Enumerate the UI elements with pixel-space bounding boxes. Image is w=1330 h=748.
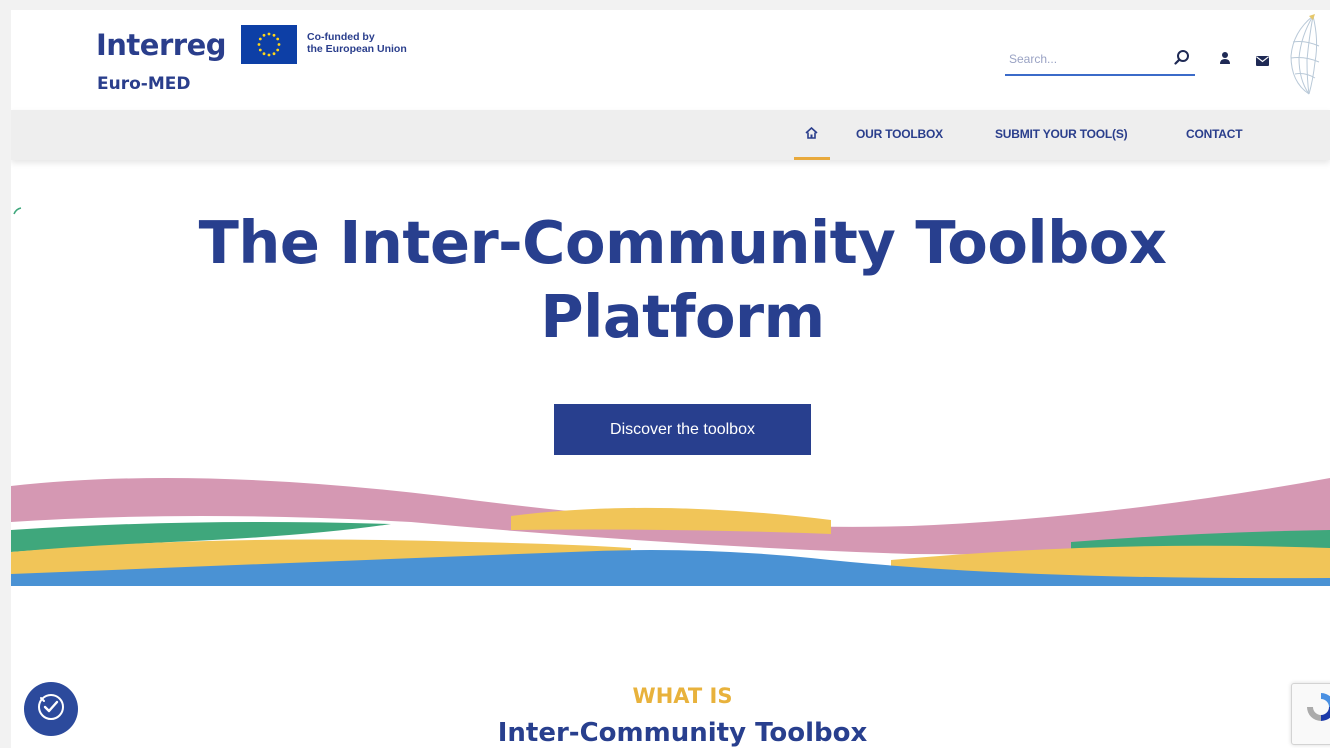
recaptcha-badge[interactable]	[1291, 683, 1330, 745]
home-icon	[805, 126, 818, 144]
recaptcha-icon	[1304, 690, 1330, 729]
eu-line-2: the European Union	[307, 43, 407, 55]
search-box	[1005, 48, 1195, 76]
eu-flag-icon	[241, 25, 297, 64]
page: Interreg Euro-MED Co-funded by the Europ…	[11, 10, 1330, 748]
mail-icon[interactable]	[1256, 53, 1269, 71]
search-input[interactable]	[1005, 48, 1159, 70]
discover-toolbox-button[interactable]: Discover the toolbox	[554, 404, 811, 455]
section-title: Inter-Community Toolbox	[497, 718, 868, 748]
cookie-settings-button[interactable]	[24, 682, 78, 736]
cookie-settings-icon	[35, 691, 67, 728]
eu-cofunding-text: Co-funded by the European Union	[307, 31, 447, 55]
search-icon[interactable]	[1174, 49, 1190, 70]
hero-title: The Inter-Community Toolbox Platform	[11, 206, 1330, 354]
site-header: Interreg Euro-MED Co-funded by the Europ…	[11, 10, 1330, 110]
main-nav: OUR TOOLBOX SUBMIT YOUR TOOL(S) CONTACT	[11, 110, 1330, 160]
hero-title-line-2: Platform	[540, 282, 825, 351]
decorative-waves	[11, 478, 1330, 586]
eu-line-1: Co-funded by	[307, 31, 375, 43]
logo-subtitle: Euro-MED	[97, 74, 191, 94]
nav-contact[interactable]: CONTACT	[1186, 127, 1243, 141]
nav-our-toolbox[interactable]: OUR TOOLBOX	[856, 127, 943, 141]
user-icon[interactable]	[1219, 51, 1231, 70]
active-nav-indicator	[794, 157, 830, 160]
nav-home[interactable]	[794, 110, 830, 160]
logo-wordmark: Interreg	[96, 28, 227, 62]
shell-decoration-icon	[1279, 12, 1327, 102]
hero-title-line-1: The Inter-Community Toolbox	[198, 208, 1167, 277]
section-kicker: WHAT IS	[632, 684, 733, 708]
nav-submit-tools[interactable]: SUBMIT YOUR TOOL(S)	[995, 127, 1128, 141]
